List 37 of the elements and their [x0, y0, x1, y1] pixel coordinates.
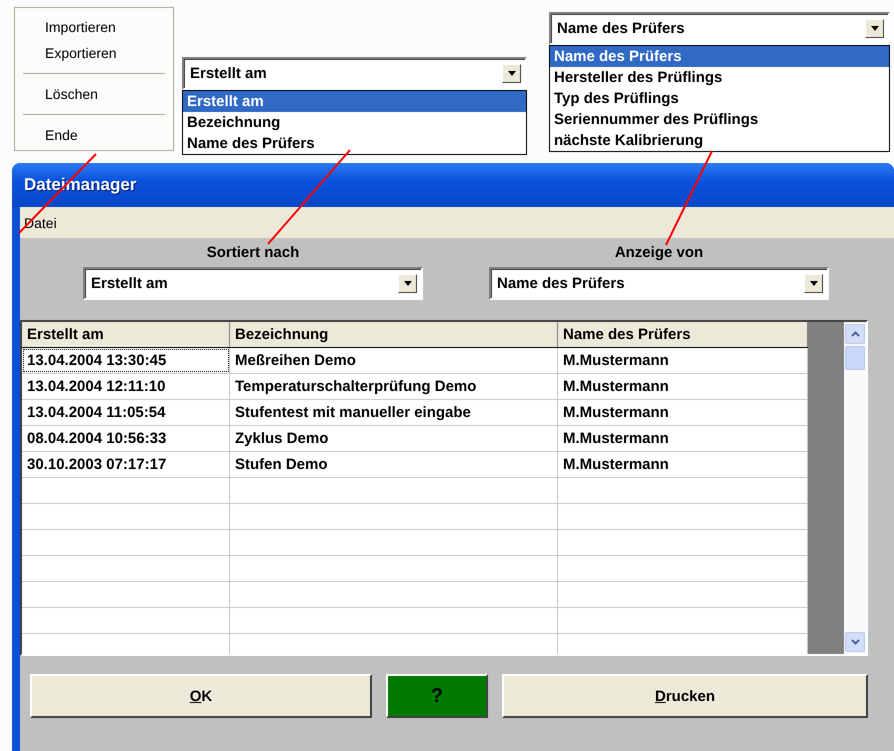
scroll-thumb[interactable]	[845, 346, 865, 370]
dropdown-option[interactable]: Typ des Prüflings	[550, 88, 889, 109]
scroll-up-icon[interactable]	[845, 324, 865, 344]
table-cell: Stufentest mit manueller eingabe	[230, 400, 558, 425]
scroll-down-icon[interactable]	[845, 632, 865, 652]
dropdown-option[interactable]: Bezeichnung	[183, 112, 526, 133]
column-header[interactable]: Erstellt am	[22, 322, 230, 347]
dialog-button[interactable]: OK	[30, 674, 372, 718]
dropdown[interactable]: Erstellt am	[182, 57, 527, 90]
menu-item[interactable]: Löschen	[15, 81, 173, 107]
menu-item[interactable]: Ende	[15, 122, 173, 148]
scrollbar[interactable]	[844, 322, 866, 654]
dialog-button[interactable]: ?	[386, 674, 488, 718]
display-label: Anzeige von	[614, 244, 704, 261]
table-cell: 13.04.2004 12:11:10	[22, 374, 230, 399]
sort-label: Sortiert nach	[206, 244, 300, 261]
dropdown-option[interactable]: Erstellt am	[183, 91, 526, 112]
table-cell: 30.10.2003 07:17:17	[22, 452, 230, 477]
dropdown-option[interactable]: Seriennummer des Prüflings	[550, 109, 889, 130]
table-cell: Stufen Demo	[230, 452, 558, 477]
sort-dropdown[interactable]: Erstellt am	[83, 267, 423, 300]
table-cell: 13.04.2004 11:05:54	[22, 400, 230, 425]
display-dropdown[interactable]: Name des Prüfers	[489, 267, 829, 300]
table-cell: 13.04.2004 13:30:45	[22, 348, 230, 373]
column-header[interactable]: Bezeichnung	[230, 322, 558, 347]
menu-item[interactable]: Exportieren	[15, 40, 173, 66]
table-cell: Meßreihen Demo	[230, 348, 558, 373]
dropdown-option[interactable]: Hersteller des Prüflings	[550, 67, 889, 88]
menu-item[interactable]: Importieren	[15, 14, 173, 40]
table-cell: Zyklus Demo	[230, 426, 558, 451]
dialog-button[interactable]: Drucken	[502, 674, 868, 718]
dropdown-option[interactable]: Name des Prüfers	[550, 46, 889, 67]
table-cell: 08.04.2004 10:56:33	[22, 426, 230, 451]
dropdown[interactable]: Name des Prüfers	[549, 12, 890, 45]
dropdown-option[interactable]: Name des Prüfers	[183, 133, 526, 154]
dropdown-option[interactable]: nächste Kalibrierung	[550, 130, 889, 151]
table-cell: Temperaturschalterprüfung Demo	[230, 374, 558, 399]
